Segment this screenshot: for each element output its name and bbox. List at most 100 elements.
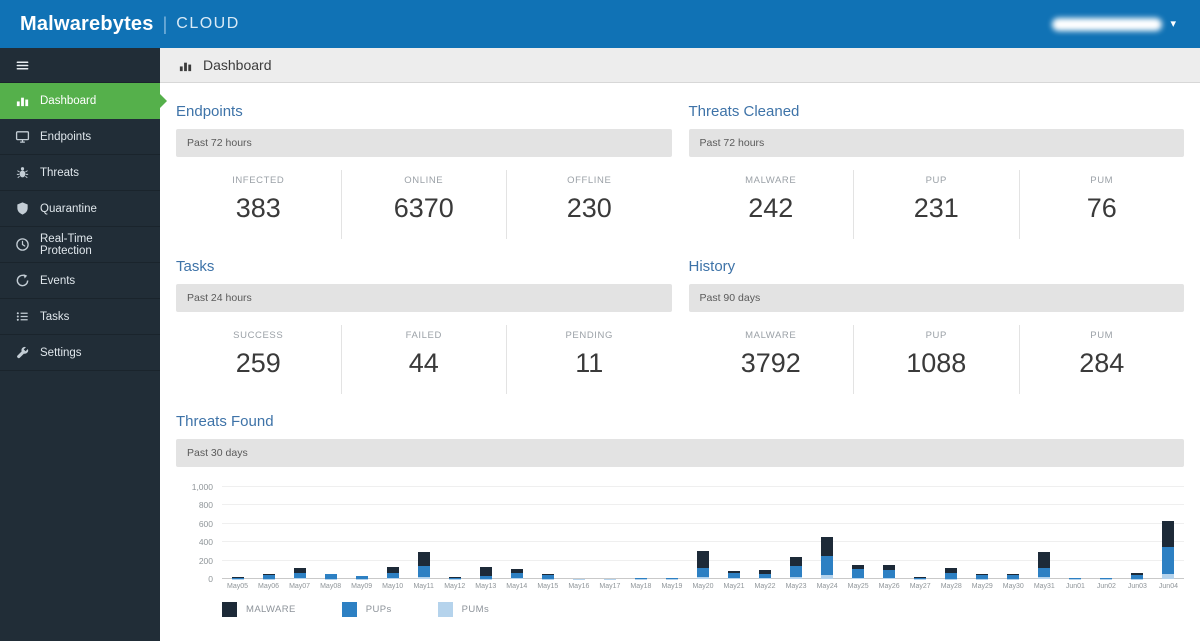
x-tick-label: May25 — [847, 583, 869, 590]
pums-segment — [293, 578, 306, 579]
brand-logo: Malwarebytes | CLOUD — [20, 13, 240, 36]
x-tick-label: Jun02 — [1096, 583, 1116, 590]
bar-stack — [1100, 487, 1113, 579]
malware-segment — [417, 552, 430, 566]
bar-column — [1091, 487, 1122, 579]
sidebar-item-label: Events — [40, 274, 76, 287]
bar-column — [1060, 487, 1091, 579]
bar-stack — [883, 487, 896, 579]
x-tick-label: May29 — [971, 583, 993, 590]
bar-stack — [634, 487, 647, 579]
page-header: Dashboard — [160, 48, 1200, 83]
stat-value: 383 — [235, 193, 281, 223]
panel-tasks: Tasks Past 24 hours SUCCESS 259 FAILED 44 PEND… — [176, 248, 672, 403]
bar-column — [750, 487, 781, 579]
pums-segment — [821, 575, 834, 579]
events-icon — [15, 273, 30, 288]
bar-stack — [665, 487, 678, 579]
bar-column — [874, 487, 905, 579]
sidebar-item-real-time-protection[interactable]: Real-Time Protection — [0, 227, 160, 263]
x-tick-label: May16 — [568, 583, 590, 590]
time-range-select[interactable]: Past 90 days — [688, 284, 1184, 312]
sidebar-item-label: Real-Time Protection — [40, 232, 93, 257]
tasks-icon — [15, 309, 30, 324]
stat-offline: OFFLINE 230 — [507, 170, 672, 239]
pums-segment — [852, 577, 865, 579]
bar-column — [346, 487, 377, 579]
stat-infected: INFECTED 383 — [176, 170, 342, 239]
bar-column — [998, 487, 1029, 579]
x-tick-label: May28 — [940, 583, 962, 590]
brand-separator: | — [162, 13, 168, 34]
panel-title: History — [688, 258, 736, 275]
sidebar-item-tasks[interactable]: Tasks — [0, 299, 160, 335]
pums-segment — [883, 578, 896, 579]
y-tick-label: 200 — [198, 555, 213, 566]
sidebar-item-quarantine[interactable]: Quarantine — [0, 191, 160, 227]
topbar: Malwarebytes | CLOUD ▾ — [0, 0, 1200, 48]
x-tick-label: May05 — [227, 583, 249, 590]
app: Malwarebytes | CLOUD ▾ Dashboard Endpoint… — [0, 0, 1200, 641]
stat-success: SUCCESS 259 — [176, 325, 342, 394]
pups-segment — [696, 567, 709, 577]
stat-value: 259 — [235, 348, 281, 378]
legend-item-pums: PUMs — [437, 602, 489, 617]
x-tick-label: May08 — [320, 583, 342, 590]
caret-down-icon: ▾ — [1170, 17, 1176, 30]
chart-plot-wrap: May05 May06 May07 May08 May09 May10 May11 May12… — [222, 486, 1184, 590]
time-range-select[interactable]: Past 72 hours — [688, 129, 1184, 157]
bar-stack — [293, 487, 306, 579]
bar-stack — [510, 487, 523, 579]
stat-pending: PENDING 11 — [507, 325, 672, 394]
chart-y-axis: 0 200 400 600 800 1,000 — [176, 482, 222, 584]
bar-column — [656, 487, 687, 579]
time-range-select[interactable]: Past 24 hours — [176, 284, 672, 312]
sidebar-item-dashboard[interactable]: Dashboard — [0, 83, 167, 119]
bar-stack — [324, 487, 337, 579]
x-tick-label: May23 — [785, 583, 807, 590]
stat-pup: PUP 231 — [854, 170, 1020, 239]
user-menu[interactable]: ▾ — [1052, 17, 1176, 31]
endpoints-icon — [15, 129, 30, 144]
sidebar-item-threats[interactable]: Threats — [0, 155, 160, 191]
malware-segment — [1038, 552, 1051, 568]
realtime-icon — [15, 237, 30, 252]
bar-stack — [1069, 487, 1082, 579]
time-range-select[interactable]: Past 30 days — [176, 439, 1184, 467]
sidebar-item-settings[interactable]: Settings — [0, 335, 160, 371]
sidebar-item-endpoints[interactable]: Endpoints — [0, 119, 160, 155]
malware-segment — [479, 567, 492, 576]
bar-column — [377, 487, 408, 579]
sidebar-nav: Dashboard Endpoints Threats Quarantine Real-… — [0, 83, 167, 371]
time-range-select[interactable]: Past 72 hours — [176, 129, 672, 157]
stats-row: INFECTED 383 ONLINE 6370 OFFLINE 230 — [176, 170, 672, 239]
x-tick-label: May13 — [475, 583, 497, 590]
bar-column — [315, 487, 346, 579]
x-tick-label: Jun03 — [1127, 583, 1147, 590]
stat-malware: MALWARE 3792 — [689, 325, 854, 394]
threats-found-chart: 0 200 400 600 800 1,000 May05 May06 May07 May08 M… — [176, 482, 1184, 590]
menu-button[interactable] — [0, 48, 160, 83]
bar-stack — [852, 487, 865, 579]
stat-label: FAILED — [405, 330, 442, 341]
stat-value: 6370 — [393, 193, 454, 223]
hamburger-icon — [15, 58, 30, 73]
y-tick-label: 800 — [198, 500, 213, 511]
user-name-redacted — [1052, 17, 1163, 31]
stat-label: PENDING — [565, 330, 613, 341]
sidebar-item-events[interactable]: Events — [0, 263, 160, 299]
pups-segment — [417, 565, 430, 577]
panel-threats-cleaned: Threats Cleaned Past 72 hours MALWARE 242 PU… — [688, 93, 1185, 248]
pups-segment — [1162, 546, 1175, 575]
stat-value: 284 — [1079, 348, 1125, 378]
stat-label: INFECTED — [232, 175, 285, 186]
malware-segment — [1162, 521, 1175, 547]
stat-label: MALWARE — [745, 330, 797, 341]
legend-item-pups: PUPs — [341, 602, 392, 617]
chart-legend: MALWARE PUPs PUMs — [222, 602, 1184, 617]
brand-name: Malwarebytes — [20, 12, 154, 35]
sidebar-item-label: Tasks — [40, 310, 70, 323]
body-row: Dashboard Endpoints Threats Quarantine Real-… — [0, 48, 1200, 641]
bar-column — [719, 487, 750, 579]
stat-pum: PUM 76 — [1020, 170, 1185, 239]
